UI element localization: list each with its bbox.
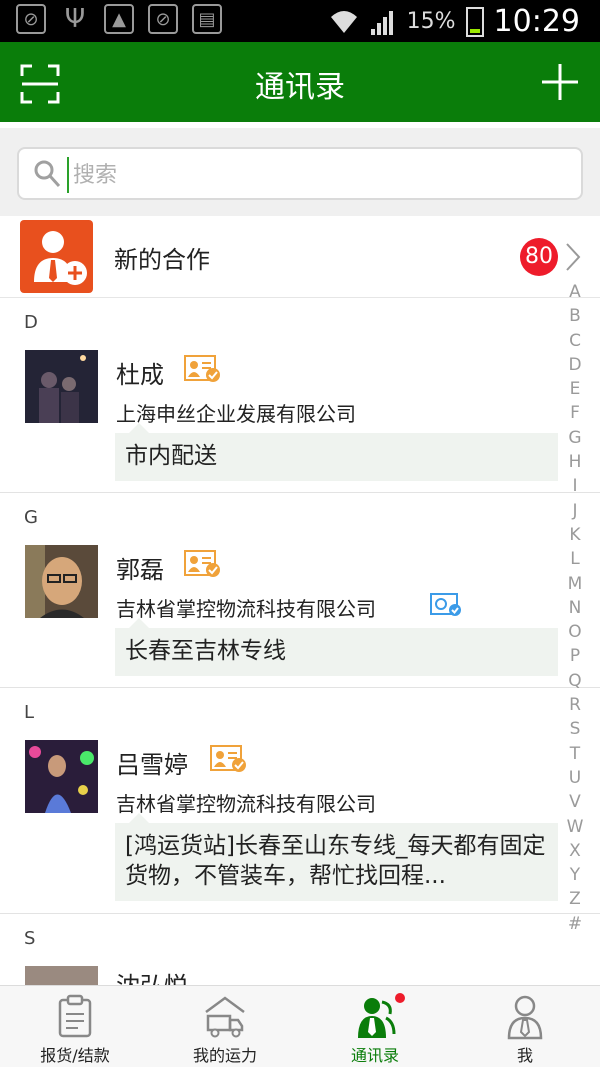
verified-person-icon [210,745,246,772]
truck-icon [205,996,245,1038]
company-name: 吉林省掌控物流科技有限公司 [116,597,376,621]
no-signal-icon: ⊘ [148,4,178,34]
index-letter[interactable]: M [563,572,587,596]
index-letter[interactable]: L [563,547,587,571]
index-letter[interactable]: G [563,426,587,450]
chevron-right-icon [566,243,581,271]
section-header-g: G [0,495,600,535]
index-letter[interactable]: D [563,353,587,377]
company-name: 上海申丝企业发展有限公司 [116,402,356,426]
notification-dot [395,993,405,1003]
index-letter[interactable]: # [563,912,587,936]
verified-person-icon [184,550,220,577]
avatar [25,350,98,423]
divider [0,913,600,914]
index-letter[interactable]: N [563,596,587,620]
index-letter[interactable]: B [563,304,587,328]
index-letter[interactable]: A [563,280,587,304]
contact-name: 郭磊 [116,556,164,584]
contact-item[interactable]: 沈弘悦 [0,956,600,985]
tab-label: 通讯录 [350,1046,399,1065]
battery-percent: 15% [406,9,456,34]
contact-item[interactable]: 吕雪婷 吉林省掌控物流科技有限公司 [鸿运货站]长春至山东专线_每天都有固定货物… [0,730,600,913]
status-bar: ⊘ Ψ ▲ ⊘ ▤ 15% 10:29 [0,0,600,42]
contact-item[interactable]: 杜成 上海申丝企业发展有限公司 市内配送 [0,340,600,492]
profile-icon [507,995,543,1040]
add-partner-icon [20,220,93,293]
avatar [25,740,98,813]
index-letter[interactable]: E [563,377,587,401]
new-cooperation-label: 新的合作 [114,246,210,274]
tab-contacts[interactable]: 通讯录 [300,986,450,1068]
usb-icon: Ψ [64,4,86,34]
section-header-l: L [0,690,600,730]
page-title: 通讯录 [255,70,345,105]
section-header-d: D [0,300,600,340]
contact-name: 沈弘悦 [116,966,188,985]
tab-label: 报货/结款 [40,1046,110,1065]
avatar [25,966,98,985]
search-box[interactable] [17,147,583,200]
section-letter: S [24,928,36,949]
app-header: 通讯录 [0,42,600,122]
contacts-icon [358,998,396,1038]
contact-message: 长春至吉林专线 [115,618,558,676]
no-signal-icon: ⊘ [16,4,46,34]
cell-signal-icon [370,10,393,35]
index-letter[interactable]: S [563,717,587,741]
divider [0,687,600,688]
wifi-icon [330,10,357,33]
bottom-tab-bar: 报货/结款 我的运力 通讯录 我 [0,985,600,1067]
section-header-s: S [0,916,600,956]
index-letter[interactable]: Q [563,669,587,693]
index-letter[interactable]: W [563,815,587,839]
index-letter[interactable]: F [563,401,587,425]
tab-label: 我的运力 [192,1046,257,1065]
index-letter[interactable]: I [563,474,587,498]
tab-my-capacity[interactable]: 我的运力 [150,986,300,1068]
index-letter[interactable]: R [563,693,587,717]
index-letter[interactable]: V [563,790,587,814]
contact-item[interactable]: 郭磊 吉林省掌控物流科技有限公司 长春至吉林专线 [0,535,600,687]
index-letter[interactable]: K [563,523,587,547]
clipboard-icon [58,994,92,1038]
index-letter[interactable]: X [563,839,587,863]
notification-icons: ⊘ Ψ ▲ ⊘ ▤ [16,4,222,34]
new-cooperation-row[interactable]: 新的合作 80 [0,216,600,298]
contact-message: [鸿运货站]长春至山东专线_每天都有固定货物，不管装车，帮忙找回程... [115,813,558,901]
index-letter[interactable]: P [563,644,587,668]
section-letter: G [24,507,38,528]
index-letter[interactable]: J [563,499,587,523]
index-letter[interactable]: U [563,766,587,790]
index-letter[interactable]: C [563,329,587,353]
contact-name: 吕雪婷 [116,751,188,779]
divider [0,492,600,493]
count-badge: 80 [520,238,558,276]
tab-report-payment[interactable]: 报货/结款 [0,986,150,1068]
company-name: 吉林省掌控物流科技有限公司 [116,792,376,816]
contact-name: 杜成 [116,361,164,389]
index-letter[interactable]: Z [563,887,587,911]
index-letter[interactable]: O [563,620,587,644]
verified-company-icon [430,593,461,616]
tab-label: 我 [516,1046,533,1065]
verified-person-icon [184,355,220,382]
tab-me[interactable]: 我 [450,986,600,1068]
avatar [25,545,98,618]
clock: 10:29 [493,4,580,39]
contact-message: 市内配送 [115,423,558,481]
search-input[interactable] [67,157,547,193]
search-area [0,128,600,216]
index-letter[interactable]: T [563,742,587,766]
battery-icon [465,6,484,37]
section-letter: D [24,312,38,333]
section-letter: L [24,702,35,723]
alphabet-index[interactable]: A B C D E F G H I J K L M N O P Q R S T U V W X Y Z # [563,280,587,936]
add-icon[interactable] [542,62,578,102]
search-icon [34,160,61,188]
sd-card-icon: ▤ [192,4,222,34]
image-icon: ▲ [104,4,134,34]
index-letter[interactable]: H [563,450,587,474]
index-letter[interactable]: Y [563,863,587,887]
